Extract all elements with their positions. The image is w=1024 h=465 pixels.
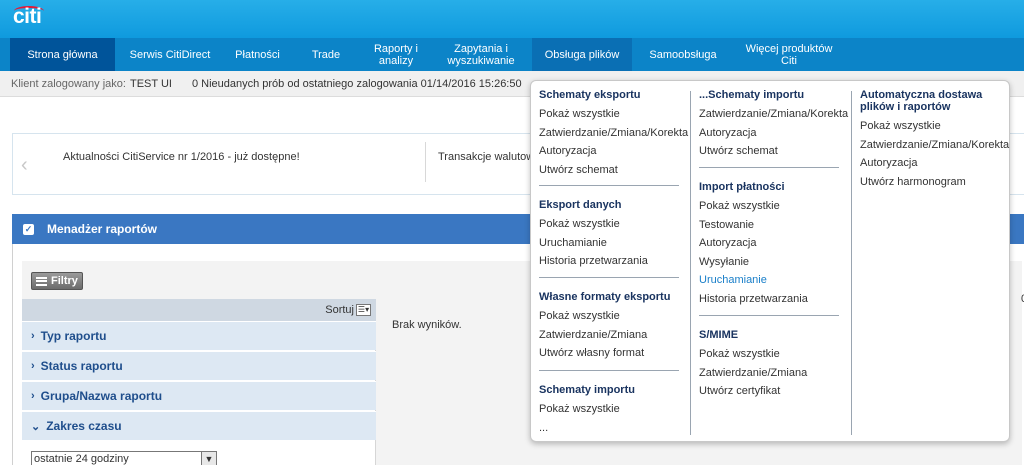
time-range-select[interactable]: ostatnie 24 godziny ▼ — [31, 451, 217, 465]
menu-link[interactable]: Historia przetwarzania — [699, 293, 843, 305]
nav-item-wiecej-produktow-citi[interactable]: Więcej produktów Citi — [734, 38, 844, 71]
section-divider — [699, 167, 839, 168]
chevron-left-icon[interactable]: ‹ — [21, 154, 28, 177]
news-item[interactable]: Transakcje walutow — [438, 151, 534, 163]
section-heading: Import płatności — [699, 181, 785, 193]
news-item[interactable]: Aktualności CitiService nr 1/2016 - już … — [63, 151, 300, 163]
filter-label: Typ raportu — [40, 329, 107, 343]
nav-item-samoobsluga[interactable]: Samoobsługa — [632, 38, 734, 71]
menu-icon — [36, 276, 47, 286]
section-heading: Schematy eksportu — [539, 89, 641, 101]
file-handling-dropdown: Schematy eksportu Pokaż wszystkie Zatwie… — [530, 80, 1010, 442]
filter-label: Status raportu — [40, 359, 123, 373]
menu-link[interactable]: Pokaż wszystkie — [539, 310, 685, 322]
menu-link[interactable]: Pokaż wszystkie — [699, 348, 843, 360]
menu-link[interactable]: Utwórz certyfikat — [699, 385, 843, 397]
citi-logo[interactable]: citi — [13, 5, 42, 29]
nav-item-platnosci[interactable]: Płatności — [225, 38, 290, 71]
section-import-platnosci: Import płatności Pokaż wszystkie Testowa… — [699, 181, 843, 311]
section-schematy-importu-cont: ...Schematy importu Zatwierdzanie/Zmiana… — [699, 89, 848, 164]
menu-link[interactable]: ... — [539, 422, 685, 434]
menu-link[interactable]: Autoryzacja — [699, 127, 843, 139]
section-automatyczna-dostawa: Automatyczna dostawa plików i raportów P… — [860, 89, 1010, 194]
filters-button-label: Filtry — [51, 275, 78, 287]
section-divider — [539, 185, 679, 186]
top-header: citi — [0, 0, 1024, 38]
filter-row-zakres-czasu[interactable]: ⌄ Zakres czasu — [22, 411, 376, 440]
section-heading: Schematy importu — [539, 384, 635, 396]
chevron-down-icon: ▼ — [201, 452, 216, 465]
main-nav: Strona główna Serwis CitiDirect Płatnośc… — [0, 38, 1024, 71]
menu-link[interactable]: Utwórz schemat — [539, 164, 685, 176]
menu-link[interactable]: Uruchamianie — [539, 237, 685, 249]
no-results-message: Brak wyników. — [392, 319, 462, 331]
filters-button[interactable]: Filtry — [31, 272, 83, 290]
section-heading: S/MIME — [699, 329, 739, 341]
sort-row: Sortuj ☰▾ — [22, 299, 376, 321]
chevron-down-icon: ⌄ — [31, 420, 41, 433]
menu-link[interactable]: Pokaż wszystkie — [699, 200, 843, 212]
menu-link[interactable]: Autoryzacja — [860, 157, 1010, 169]
login-info: 0 Nieudanych prób od ostatniego zalogowa… — [191, 77, 522, 90]
section-heading: Eksport danych — [539, 199, 622, 211]
menu-link[interactable]: Zatwierdzanie/Zmiana/Korekta — [860, 139, 1010, 151]
filter-row-typ-raportu[interactable]: › Typ raportu — [22, 321, 376, 350]
menu-link[interactable]: Utwórz schemat — [699, 145, 843, 157]
section-wlasne-formaty-eksportu: Własne formaty eksportu Pokaż wszystkie … — [539, 291, 685, 366]
section-heading: Własne formaty eksportu — [539, 291, 671, 303]
menu-link[interactable]: Zatwierdzanie/Zmiana — [539, 329, 685, 341]
filters-panel: Sortuj ☰▾ › Typ raportu › Status raportu… — [22, 299, 376, 465]
filter-row-status-raportu[interactable]: › Status raportu — [22, 351, 376, 380]
nav-item-strona-glowna[interactable]: Strona główna — [10, 38, 115, 71]
menu-link[interactable]: Testowanie — [699, 219, 843, 231]
menu-link[interactable]: Pokaż wszystkie — [860, 120, 1010, 132]
menu-link[interactable]: Zatwierdzanie/Zmiana — [699, 367, 843, 379]
collapse-toggle-icon[interactable]: ✓ — [23, 223, 34, 235]
menu-link[interactable]: Wysyłanie — [699, 256, 843, 268]
nav-item-obsluga-plikow[interactable]: Obsługa plików — [532, 38, 632, 71]
section-divider — [539, 370, 679, 371]
column-divider — [690, 91, 691, 435]
section-divider — [539, 277, 679, 278]
section-smime: S/MIME Pokaż wszystkie Zatwierdzanie/Zmi… — [699, 329, 843, 404]
menu-link[interactable]: Autoryzacja — [699, 237, 843, 249]
menu-link[interactable]: Pokaż wszystkie — [539, 218, 685, 230]
menu-link[interactable]: Zatwierdzanie/Zmiana/Korekta — [539, 127, 688, 139]
filter-label: Grupa/Nazwa raportu — [40, 389, 163, 403]
menu-link-highlighted[interactable]: Uruchamianie — [699, 274, 843, 286]
chevron-right-icon: › — [31, 360, 35, 372]
menu-link[interactable]: Historia przetwarzania — [539, 255, 685, 267]
nav-item-serwis-citidirect[interactable]: Serwis CitiDirect — [115, 38, 225, 71]
filter-label: Zakres czasu — [46, 419, 122, 433]
nav-item-raporty-i-analizy[interactable]: Raporty i analizy — [362, 38, 430, 71]
menu-link[interactable]: Pokaż wszystkie — [539, 403, 685, 415]
sort-dropdown-icon[interactable]: ☰▾ — [356, 304, 371, 316]
section-schematy-importu: Schematy importu Pokaż wszystkie ... — [539, 384, 685, 440]
menu-link[interactable]: Zatwierdzanie/Zmiana/Korekta — [699, 108, 848, 120]
section-heading: ...Schematy importu — [699, 89, 805, 101]
column-divider — [851, 91, 852, 435]
nav-item-zapytania-i-wyszukiwanie[interactable]: Zapytania i wyszukiwanie — [430, 38, 532, 71]
panel-title: Menadżer raportów — [47, 222, 158, 236]
section-heading: Automatyczna dostawa plików i raportów — [860, 89, 983, 113]
filter-row-grupa-nazwa-raportu[interactable]: › Grupa/Nazwa raportu — [22, 381, 376, 410]
client-label: Klient zalogowany jako: — [11, 77, 126, 90]
chevron-right-icon: › — [31, 330, 35, 342]
menu-link[interactable]: Autoryzacja — [539, 145, 685, 157]
chevron-right-icon: › — [31, 390, 35, 402]
menu-link[interactable]: Utwórz własny format — [539, 347, 685, 359]
nav-item-trade[interactable]: Trade — [290, 38, 362, 71]
news-divider — [425, 142, 426, 182]
menu-link[interactable]: Utwórz harmonogram — [860, 176, 1010, 188]
section-schematy-eksportu: Schematy eksportu Pokaż wszystkie Zatwie… — [539, 89, 688, 182]
client-name: TEST UI — [129, 77, 172, 90]
time-range-value: ostatnie 24 godziny — [34, 453, 129, 465]
section-eksport-danych: Eksport danych Pokaż wszystkie Uruchamia… — [539, 199, 685, 274]
menu-link[interactable]: Pokaż wszystkie — [539, 108, 685, 120]
sort-label: Sortuj — [325, 304, 354, 316]
section-divider — [699, 315, 839, 316]
